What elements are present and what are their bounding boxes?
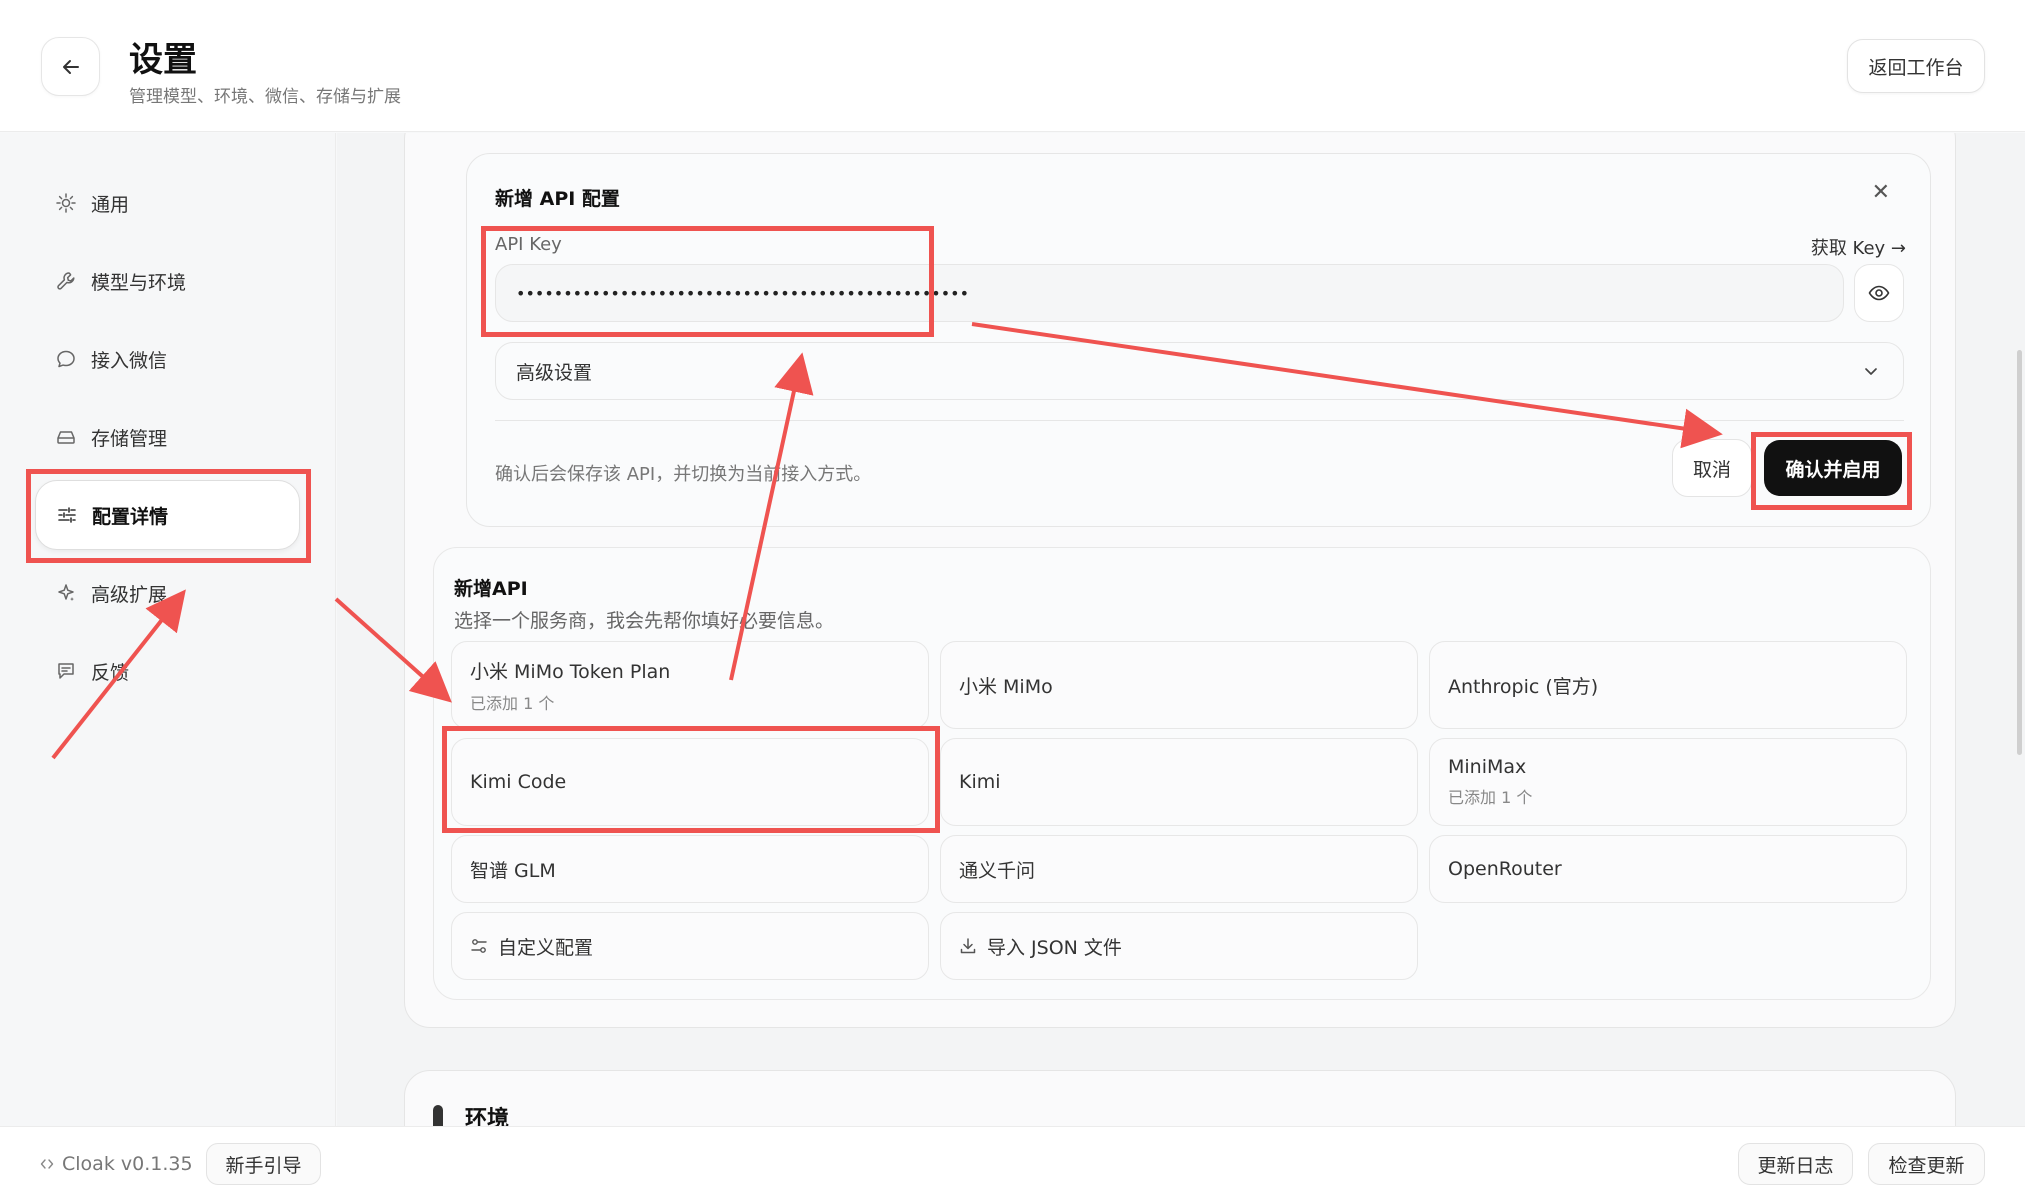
provider-name: 小米 MiMo xyxy=(959,675,1053,698)
provider-name: Kimi Code xyxy=(470,771,567,793)
provider-name: 导入 JSON 文件 xyxy=(987,936,1122,959)
get-key-link[interactable]: 获取 Key → xyxy=(1811,234,1906,260)
sidebar-item-label: 配置详情 xyxy=(92,505,169,528)
back-button[interactable] xyxy=(41,37,100,96)
chevron-down-icon xyxy=(1865,368,1877,375)
environment-card: 环境 xyxy=(404,1070,1956,1126)
sidebar-item-advanced-extensions[interactable]: 高级扩展 xyxy=(35,558,300,628)
new-api-subtitle: 选择一个服务商，我会先帮你填好必要信息。 xyxy=(454,610,835,632)
api-key-label: API Key xyxy=(495,234,562,255)
environment-title: 环境 xyxy=(465,1107,510,1126)
sidebar-item-label: 存储管理 xyxy=(91,427,168,450)
sidebar-item-feedback[interactable]: 反馈 xyxy=(35,636,300,706)
provider-tongyi-qianwen[interactable]: 通义千问 xyxy=(940,835,1418,903)
form-note: 确认后会保存该 API，并切换为当前接入方式。 xyxy=(495,464,872,485)
provider-name: 小米 MiMo Token Plan xyxy=(470,660,671,683)
onboarding-guide-button[interactable]: 新手引导 xyxy=(206,1143,321,1185)
provider-xiaomi-mimo-token-plan[interactable]: 小米 MiMo Token Plan 已添加 1 个 xyxy=(451,641,929,729)
cancel-button[interactable]: 取消 xyxy=(1672,439,1752,497)
chat-bubble-icon xyxy=(55,348,77,370)
sidebar-item-models[interactable]: 模型与环境 xyxy=(35,246,300,316)
changelog-button[interactable]: 更新日志 xyxy=(1738,1143,1853,1185)
footer: Cloak v0.1.35 新手引导 更新日志 检查更新 xyxy=(0,1126,2025,1200)
confirm-enable-button[interactable]: 确认并启用 xyxy=(1764,440,1902,496)
sidebar-item-label: 反馈 xyxy=(91,661,130,684)
main-panel: 新增 API 配置 ✕ API Key 获取 Key → •••••••••••… xyxy=(337,133,2025,1126)
api-config-form: 新增 API 配置 ✕ API Key 获取 Key → •••••••••••… xyxy=(466,153,1931,527)
arrow-left-icon xyxy=(62,59,79,74)
header: 设置 管理模型、环境、微信、存储与扩展 返回工作台 xyxy=(0,0,2025,132)
eye-icon xyxy=(1868,285,1890,301)
message-icon xyxy=(55,660,77,682)
provider-note: 已添加 1 个 xyxy=(1448,788,1533,807)
provider-note: 已添加 1 个 xyxy=(470,693,555,713)
version-label: Cloak v0.1.35 xyxy=(62,1153,193,1175)
sidebar-item-general[interactable]: 通用 xyxy=(35,168,300,238)
check-update-button[interactable]: 检查更新 xyxy=(1868,1143,1985,1185)
sun-icon xyxy=(55,192,77,214)
provider-name: 自定义配置 xyxy=(498,936,594,959)
custom-config-button[interactable]: 自定义配置 xyxy=(451,912,929,980)
new-api-title: 新增API xyxy=(454,578,528,600)
advanced-settings-label: 高级设置 xyxy=(516,361,593,384)
provider-name: 智谱 GLM xyxy=(470,859,556,882)
app-version: Cloak v0.1.35 xyxy=(40,1153,193,1175)
provider-zhipu-glm[interactable]: 智谱 GLM xyxy=(451,835,929,903)
sidebar-item-label: 通用 xyxy=(91,193,130,216)
api-key-input[interactable]: ••••••••••••••••••••••••••••••••••••••••… xyxy=(495,264,1844,322)
sparkle-icon xyxy=(55,582,77,604)
divider xyxy=(495,420,1904,421)
download-icon xyxy=(960,938,976,954)
sliders-icon xyxy=(56,504,78,526)
provider-anthropic[interactable]: Anthropic (官方) xyxy=(1429,641,1907,729)
provider-name: OpenRouter xyxy=(1448,858,1562,880)
provider-kimi-code[interactable]: Kimi Code xyxy=(451,738,929,826)
sidebar-item-label: 接入微信 xyxy=(91,349,168,372)
wrench-icon xyxy=(55,270,77,292)
sidebar: 通用 模型与环境 接入微信 存储管理 配置详情 高级扩展 反馈 xyxy=(0,133,336,1126)
form-title: 新增 API 配置 xyxy=(495,188,620,210)
provider-name: 通义千问 xyxy=(959,859,1036,882)
scrollbar[interactable] xyxy=(2017,350,2022,755)
new-api-section: 新增API 选择一个服务商，我会先帮你填好必要信息。 小米 MiMo Token… xyxy=(433,547,1931,1000)
provider-openrouter[interactable]: OpenRouter xyxy=(1429,835,1907,903)
sliders-icon xyxy=(471,939,487,953)
provider-name: MiniMax xyxy=(1448,756,1527,778)
return-workspace-button[interactable]: 返回工作台 xyxy=(1847,39,1985,93)
provider-xiaomi-mimo[interactable]: 小米 MiMo xyxy=(940,641,1418,729)
sidebar-item-label: 模型与环境 xyxy=(91,271,187,294)
provider-name: Anthropic (官方) xyxy=(1448,675,1599,698)
toggle-visibility-button[interactable] xyxy=(1854,264,1904,322)
provider-kimi[interactable]: Kimi xyxy=(940,738,1418,826)
sidebar-item-storage[interactable]: 存储管理 xyxy=(35,402,300,472)
sidebar-item-wechat[interactable]: 接入微信 xyxy=(35,324,300,394)
page-subtitle: 管理模型、环境、微信、存储与扩展 xyxy=(129,87,401,107)
drive-icon xyxy=(55,426,77,448)
advanced-settings-toggle[interactable]: 高级设置 xyxy=(495,342,1904,400)
provider-name: Kimi xyxy=(959,771,1001,793)
page-title: 设置 xyxy=(129,40,197,80)
import-json-button[interactable]: 导入 JSON 文件 xyxy=(940,912,1418,980)
code-icon xyxy=(40,1159,54,1169)
section-marker xyxy=(433,1105,443,1126)
sidebar-item-label: 高级扩展 xyxy=(91,583,168,606)
close-icon[interactable]: ✕ xyxy=(1872,180,1890,205)
sidebar-item-config-details[interactable]: 配置详情 xyxy=(35,480,300,550)
provider-minimax[interactable]: MiniMax 已添加 1 个 xyxy=(1429,738,1907,826)
